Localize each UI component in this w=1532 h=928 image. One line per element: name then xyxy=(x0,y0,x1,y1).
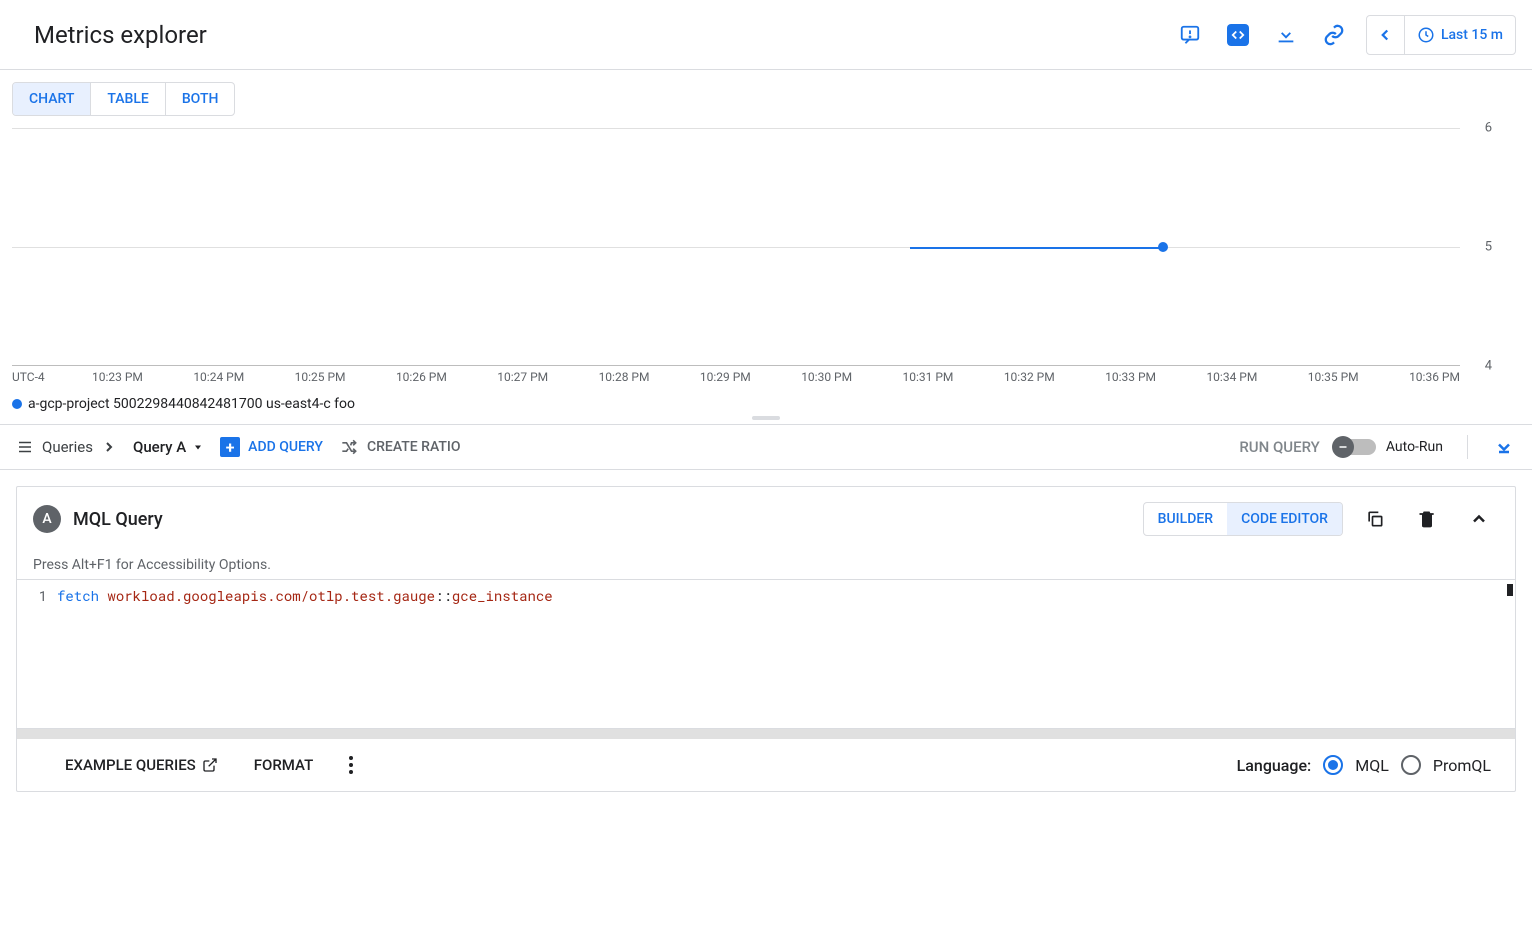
x-tick: 10:27 PM xyxy=(497,370,548,384)
query-selector[interactable]: Query A xyxy=(133,438,204,456)
view-tabs: CHART TABLE BOTH xyxy=(12,82,235,116)
language-label: Language: xyxy=(1237,756,1312,775)
x-tick: 10:25 PM xyxy=(295,370,346,384)
chart-area: 6 5 4 UTC-4 10:23 PM 10:24 PM 10:25 PM 1… xyxy=(12,128,1520,388)
code-editor-mode-button[interactable]: CODE EDITOR xyxy=(1227,503,1342,535)
y-tick: 5 xyxy=(1485,240,1492,255)
time-range-back-button[interactable] xyxy=(1367,16,1405,54)
queries-label[interactable]: Queries xyxy=(16,438,117,456)
header-actions: Last 15 m xyxy=(1166,11,1516,59)
x-tick: 10:28 PM xyxy=(599,370,650,384)
link-icon[interactable] xyxy=(1310,11,1358,59)
auto-run-toggle[interactable]: Auto-Run xyxy=(1336,439,1443,455)
x-tick: 10:36 PM xyxy=(1409,370,1460,384)
radio-mql-label: MQL xyxy=(1355,756,1389,775)
x-tick: 10:23 PM xyxy=(92,370,143,384)
legend-label: a-gcp-project 5002298440842481700 us-eas… xyxy=(28,396,355,412)
dots-vertical-icon xyxy=(349,756,353,774)
radio-promql[interactable] xyxy=(1401,755,1421,775)
time-range-label[interactable]: Last 15 m xyxy=(1405,26,1515,44)
mode-toggle: BUILDER CODE EDITOR xyxy=(1143,502,1343,536)
y-tick: 6 xyxy=(1485,121,1492,136)
panel-header: A MQL Query BUILDER CODE EDITOR xyxy=(17,487,1515,551)
language-selector: Language: MQL PromQL xyxy=(1237,755,1491,775)
copy-button[interactable] xyxy=(1355,499,1395,539)
x-tick: 10:33 PM xyxy=(1105,370,1156,384)
horizontal-scrollbar[interactable] xyxy=(17,729,1515,739)
query-badge: A xyxy=(33,505,61,533)
collapse-button[interactable] xyxy=(1492,435,1516,459)
x-tick: 10:26 PM xyxy=(396,370,447,384)
code-content[interactable]: fetch workload.googleapis.com/otlp.test.… xyxy=(57,580,1515,728)
cursor-indicator xyxy=(1507,584,1513,596)
format-button[interactable]: FORMAT xyxy=(254,756,313,774)
feedback-icon[interactable] xyxy=(1166,11,1214,59)
x-tick: 10:35 PM xyxy=(1308,370,1359,384)
tab-both[interactable]: BOTH xyxy=(166,83,235,115)
run-query-button[interactable]: RUN QUERY xyxy=(1239,438,1320,456)
code-editor[interactable]: 1 fetch workload.googleapis.com/otlp.tes… xyxy=(17,579,1515,729)
list-icon xyxy=(16,438,34,456)
x-tick: 10:30 PM xyxy=(801,370,852,384)
delete-button[interactable] xyxy=(1407,499,1447,539)
panel-title: MQL Query xyxy=(73,509,163,530)
page-title: Metrics explorer xyxy=(34,21,207,49)
plus-icon: + xyxy=(220,437,240,457)
query-panel: A MQL Query BUILDER CODE EDITOR Press Al… xyxy=(16,486,1516,792)
add-query-button[interactable]: + ADD QUERY xyxy=(220,437,323,457)
code-icon[interactable] xyxy=(1214,11,1262,59)
x-tick: 10:34 PM xyxy=(1206,370,1257,384)
download-icon[interactable] xyxy=(1262,11,1310,59)
queries-bar: Queries Query A + ADD QUERY CREATE RATIO… xyxy=(0,424,1532,470)
radio-promql-label: PromQL xyxy=(1433,756,1491,775)
accessibility-hint: Press Alt+F1 for Accessibility Options. xyxy=(17,551,1515,579)
tab-table[interactable]: TABLE xyxy=(91,83,165,115)
collapse-panel-button[interactable] xyxy=(1459,499,1499,539)
time-range-selector[interactable]: Last 15 m xyxy=(1366,15,1516,55)
external-link-icon xyxy=(202,757,218,773)
tab-chart[interactable]: CHART xyxy=(13,83,91,115)
x-tick: 10:29 PM xyxy=(700,370,751,384)
example-queries-button[interactable]: EXAMPLE QUERIES xyxy=(65,756,218,774)
more-options-button[interactable] xyxy=(349,756,353,774)
radio-mql[interactable] xyxy=(1323,755,1343,775)
panel-footer: EXAMPLE QUERIES FORMAT Language: MQL Pro… xyxy=(17,739,1515,791)
chart-point[interactable] xyxy=(1158,242,1168,252)
x-tick: 10:24 PM xyxy=(193,370,244,384)
chart-line xyxy=(910,247,1163,249)
create-ratio-button[interactable]: CREATE RATIO xyxy=(339,437,461,457)
x-tick: 10:31 PM xyxy=(903,370,954,384)
chart-legend[interactable]: a-gcp-project 5002298440842481700 us-eas… xyxy=(12,396,1520,412)
header: Metrics explorer Last 15 m xyxy=(0,0,1532,70)
y-tick: 4 xyxy=(1485,359,1492,374)
x-axis-labels: 10:23 PM 10:24 PM 10:25 PM 10:26 PM 10:2… xyxy=(12,370,1460,384)
chevron-right-icon xyxy=(101,439,117,455)
x-tick: 10:32 PM xyxy=(1004,370,1055,384)
line-number: 1 xyxy=(17,580,57,728)
resize-handle[interactable] xyxy=(0,412,1532,424)
chevron-down-icon xyxy=(192,441,204,453)
legend-color-dot xyxy=(12,399,22,409)
clock-icon xyxy=(1417,26,1435,44)
builder-mode-button[interactable]: BUILDER xyxy=(1144,503,1227,535)
chart-plot[interactable]: 6 5 4 xyxy=(12,128,1460,366)
shuffle-icon xyxy=(339,437,359,457)
